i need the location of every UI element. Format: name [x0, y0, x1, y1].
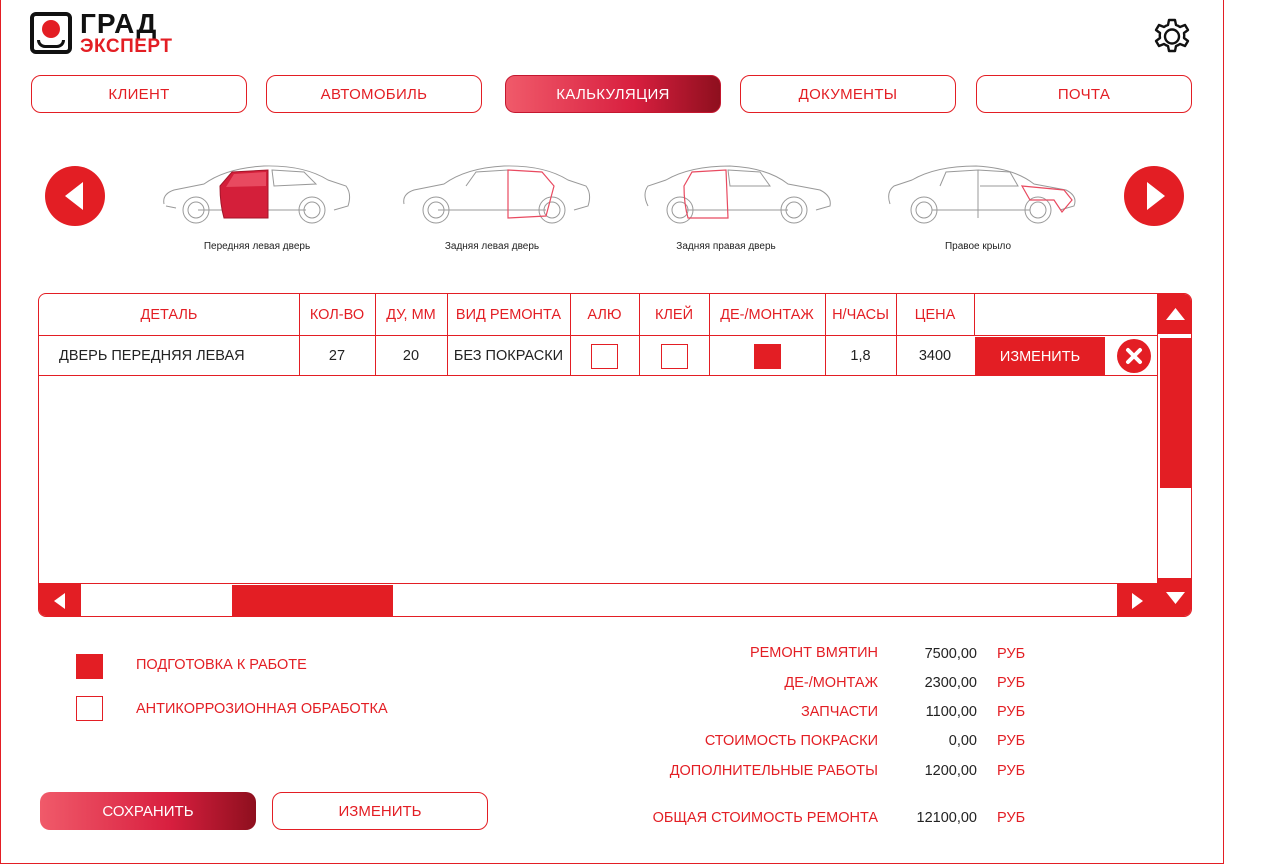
close-icon[interactable]: [1116, 338, 1152, 374]
save-button[interactable]: СОХРАНИТЬ: [40, 792, 256, 830]
vertical-scrollbar[interactable]: [1157, 294, 1192, 617]
col-header-du[interactable]: ДУ, ММ: [375, 294, 447, 336]
car-image-front-left-door[interactable]: [156, 160, 356, 230]
car-caption: Задняя левая дверь: [444, 241, 540, 252]
summary-value-paint: 0,00: [948, 733, 977, 749]
anticorrosion-checkbox[interactable]: [76, 696, 103, 721]
brand-logo: ГРАД ЭКСПЕРТ: [30, 8, 190, 58]
summary-label-paint: СТОИМОСТЬ ПОКРАСКИ: [704, 733, 878, 749]
car-image-rear-right-door[interactable]: [638, 160, 838, 230]
car-image-right-fender[interactable]: [882, 160, 1082, 230]
col-header-price[interactable]: ЦЕНА: [896, 294, 974, 336]
scroll-down-icon[interactable]: [1158, 578, 1192, 617]
summary-value-total: 12100,00: [916, 810, 977, 826]
logo-text-line2: ЭКСПЕРТ: [80, 36, 173, 57]
summary-label-mount: ДЕ-/МОНТАЖ: [784, 675, 878, 691]
tab-documents[interactable]: ДОКУМЕНТЫ: [740, 75, 956, 113]
carousel-prev-button[interactable]: [45, 166, 105, 226]
col-header-qty[interactable]: КОЛ-ВО: [299, 294, 375, 336]
horizontal-scroll-thumb[interactable]: [232, 585, 393, 616]
col-header-repair-type[interactable]: ВИД РЕМОНТА: [447, 294, 570, 336]
summary-currency: РУБ: [997, 704, 1026, 720]
summary-label-total: ОБЩАЯ СТОИМОСТЬ РЕМОНТА: [652, 810, 878, 826]
prep-work-checkbox[interactable]: [76, 654, 103, 679]
summary-label-dents: РЕМОНТ ВМЯТИН: [749, 645, 878, 661]
anticorrosion-label: АНТИКОРРОЗИОННАЯ ОБРАБОТКА: [136, 701, 388, 717]
col-header-glue[interactable]: КЛЕЙ: [639, 294, 709, 336]
arrow-left-icon: [65, 182, 83, 210]
summary-label-parts: ЗАПЧАСТИ: [801, 704, 878, 720]
scroll-up-icon[interactable]: [1158, 294, 1192, 334]
car-caption: Задняя правая дверь: [676, 241, 776, 252]
summary-currency: РУБ: [997, 733, 1026, 749]
scroll-left-icon[interactable]: [39, 584, 81, 617]
summary-currency: РУБ: [997, 810, 1026, 826]
parts-table: ДЕТАЛЬ КОЛ-ВО ДУ, ММ ВИД РЕМОНТА АЛЮ КЛЕ…: [38, 293, 1192, 617]
cell-price[interactable]: 3400: [896, 336, 974, 376]
tab-car[interactable]: АВТОМОБИЛЬ: [266, 75, 482, 113]
summary-value-mount: 2300,00: [924, 675, 977, 691]
summary-value-parts: 1100,00: [925, 704, 977, 720]
vertical-scroll-thumb[interactable]: [1160, 338, 1191, 488]
col-header-part[interactable]: ДЕТАЛЬ: [39, 294, 299, 336]
col-header-alu[interactable]: АЛЮ: [570, 294, 639, 336]
glue-checkbox[interactable]: [660, 343, 688, 369]
logo-mark-icon: [30, 12, 72, 54]
car-image-rear-left-door[interactable]: [396, 160, 596, 230]
cell-mount: [709, 336, 825, 376]
arrow-right-icon: [1147, 182, 1165, 210]
car-caption: Правое крыло: [944, 241, 1012, 252]
gear-icon[interactable]: [1150, 14, 1194, 58]
summary-value-extra: 1200,00: [924, 763, 977, 779]
col-header-mount[interactable]: ДЕ-/МОНТАЖ: [709, 294, 825, 336]
tab-mail[interactable]: ПОЧТА: [976, 75, 1192, 113]
alu-checkbox[interactable]: [591, 343, 618, 369]
summary-value-dents: 7500,00: [924, 646, 977, 662]
col-header-hours[interactable]: Н/ЧАСЫ: [825, 294, 896, 336]
car-caption: Передняя левая дверь: [203, 241, 311, 252]
horizontal-scrollbar[interactable]: [39, 583, 1157, 617]
summary-label-extra: ДОПОЛНИТЕЛЬНЫЕ РАБОТЫ: [669, 763, 878, 779]
summary-currency: РУБ: [997, 675, 1026, 691]
prep-work-label: ПОДГОТОВКА К РАБОТЕ: [136, 657, 307, 673]
cell-qty[interactable]: 27: [299, 336, 375, 376]
scroll-right-icon[interactable]: [1117, 584, 1157, 617]
tab-calculation[interactable]: КАЛЬКУЛЯЦИЯ: [505, 75, 721, 113]
mount-checkbox[interactable]: [753, 343, 781, 369]
edit-button[interactable]: ИЗМЕНИТЬ: [272, 792, 488, 830]
summary-currency: РУБ: [997, 646, 1026, 662]
cell-glue: [639, 336, 709, 376]
cell-repair-type[interactable]: БЕЗ ПОКРАСКИ: [447, 336, 570, 376]
cell-du[interactable]: 20: [375, 336, 447, 376]
row-edit-button[interactable]: ИЗМЕНИТЬ: [975, 337, 1105, 376]
tab-client[interactable]: КЛИЕНТ: [31, 75, 247, 113]
cell-part[interactable]: ДВЕРЬ ПЕРЕДНЯЯ ЛЕВАЯ: [59, 336, 299, 376]
summary-currency: РУБ: [997, 763, 1026, 779]
cell-hours[interactable]: 1,8: [825, 336, 896, 376]
cell-alu: [570, 336, 639, 376]
carousel-next-button[interactable]: [1124, 166, 1184, 226]
